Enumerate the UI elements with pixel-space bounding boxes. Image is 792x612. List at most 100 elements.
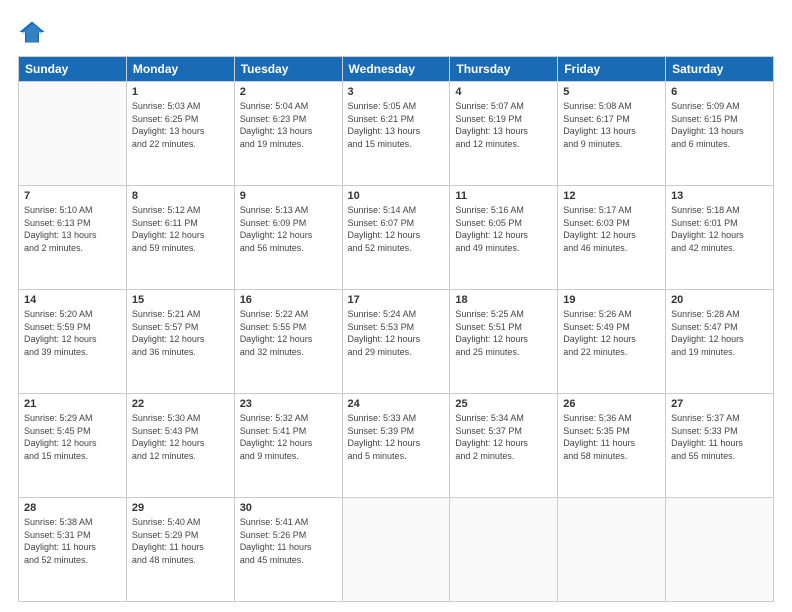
day-info-line: Daylight: 13 hours <box>455 126 528 136</box>
day-info-line: Daylight: 12 hours <box>671 230 744 240</box>
day-cell: 8Sunrise: 5:12 AMSunset: 6:11 PMDaylight… <box>126 186 234 290</box>
day-cell: 28 Sunrise: 5:38 AM Sunset: 5:31 PM Dayligh… <box>19 498 127 602</box>
day-info-line: Sunset: 6:13 PM <box>24 218 91 228</box>
day-number: 23 <box>240 398 337 410</box>
day-info-line: Sunrise: 5:28 AM <box>671 309 740 319</box>
day-info-line: Sunrise: 5:09 AM <box>671 101 740 111</box>
day-info-line: and 52 minutes. <box>24 555 88 565</box>
day-info-line: Sunrise: 5:29 AM <box>24 413 93 423</box>
day-cell: 10Sunrise: 5:14 AMSunset: 6:07 PMDayligh… <box>342 186 450 290</box>
day-info-line: Sunset: 6:03 PM <box>563 218 630 228</box>
day-info: Sunrise: 5:05 AMSunset: 6:21 PMDaylight:… <box>348 100 445 150</box>
day-info-line: and 22 minutes. <box>563 347 627 357</box>
day-info-line: and 22 minutes. <box>132 139 196 149</box>
day-info-line: Sunrise: 5:05 AM <box>348 101 417 111</box>
day-info: Sunrise: 5:13 AMSunset: 6:09 PMDaylight:… <box>240 204 337 254</box>
day-info-line: and 15 minutes. <box>348 139 412 149</box>
day-info-line: Daylight: 11 hours <box>240 542 312 552</box>
day-info-line: Sunrise: 5:07 AM <box>455 101 524 111</box>
day-info: Sunrise: 5:04 AMSunset: 6:23 PMDaylight:… <box>240 100 337 150</box>
day-info-line: Sunrise: 5:38 AM <box>24 517 93 527</box>
day-number: 16 <box>240 294 337 306</box>
day-info-line: and 2 minutes. <box>24 243 83 253</box>
day-info-line: Sunrise: 5:40 AM <box>132 517 201 527</box>
day-info: Sunrise: 5:20 AMSunset: 5:59 PMDaylight:… <box>24 308 121 358</box>
day-info-line: Daylight: 11 hours <box>24 542 96 552</box>
day-info-line: Sunrise: 5:22 AM <box>240 309 309 319</box>
day-info-line: Daylight: 11 hours <box>671 438 743 448</box>
day-cell: 27Sunrise: 5:37 AMSunset: 5:33 PMDayligh… <box>666 394 774 498</box>
day-info-line: Sunset: 6:11 PM <box>132 218 198 228</box>
day-cell: 18Sunrise: 5:25 AMSunset: 5:51 PMDayligh… <box>450 290 558 394</box>
day-number: 10 <box>348 190 445 202</box>
day-info-line: and 29 minutes. <box>348 347 412 357</box>
day-info: Sunrise: 5:22 AMSunset: 5:55 PMDaylight:… <box>240 308 337 358</box>
header-thursday: Thursday <box>450 57 558 82</box>
day-info-line: Daylight: 12 hours <box>24 438 97 448</box>
day-cell: 22Sunrise: 5:30 AMSunset: 5:43 PMDayligh… <box>126 394 234 498</box>
day-info-line: Sunrise: 5:24 AM <box>348 309 417 319</box>
day-info-line: and 2 minutes. <box>455 451 514 461</box>
day-info-line: Daylight: 12 hours <box>563 230 636 240</box>
day-number: 28 <box>24 502 121 514</box>
day-info: Sunrise: 5:28 AMSunset: 5:47 PMDaylight:… <box>671 308 768 358</box>
header-sunday: Sunday <box>19 57 127 82</box>
day-number: 7 <box>24 190 121 202</box>
day-info-line: and 56 minutes. <box>240 243 304 253</box>
day-number: 4 <box>455 86 552 98</box>
day-info-line: Sunrise: 5:37 AM <box>671 413 740 423</box>
day-cell: 1Sunrise: 5:03 AMSunset: 6:25 PMDaylight… <box>126 82 234 186</box>
day-cell: 3Sunrise: 5:05 AMSunset: 6:21 PMDaylight… <box>342 82 450 186</box>
day-cell: 24Sunrise: 5:33 AMSunset: 5:39 PMDayligh… <box>342 394 450 498</box>
day-number: 5 <box>563 86 660 98</box>
day-info: Sunrise: 5:37 AMSunset: 5:33 PMDaylight:… <box>671 412 768 462</box>
day-info: Sunrise: 5:03 AMSunset: 6:25 PMDaylight:… <box>132 100 229 150</box>
day-cell: 21Sunrise: 5:29 AMSunset: 5:45 PMDayligh… <box>19 394 127 498</box>
day-number: 19 <box>563 294 660 306</box>
calendar-header-row: SundayMondayTuesdayWednesdayThursdayFrid… <box>19 57 774 82</box>
week-row-2: 14 Sunrise: 5:20 AMSunset: 5:59 PMDayligh… <box>19 290 774 394</box>
week-row-3: 21Sunrise: 5:29 AMSunset: 5:45 PMDayligh… <box>19 394 774 498</box>
day-info: Sunrise: 5:32 AMSunset: 5:41 PMDaylight:… <box>240 412 337 462</box>
day-info-line: Daylight: 12 hours <box>455 334 528 344</box>
day-info-line: Sunset: 6:07 PM <box>348 218 415 228</box>
day-number: 17 <box>348 294 445 306</box>
header <box>18 18 774 46</box>
day-info-line: Daylight: 11 hours <box>132 542 204 552</box>
day-info-line: Sunrise: 5:03 AM <box>132 101 201 111</box>
day-info-line: Sunset: 5:31 PM <box>24 530 91 540</box>
day-info-line: and 45 minutes. <box>240 555 304 565</box>
day-info-line: Daylight: 13 hours <box>132 126 205 136</box>
day-cell: 2 Sunrise: 5:04 AMSunset: 6:23 PMDaylight… <box>234 82 342 186</box>
day-info-line: and 15 minutes. <box>24 451 88 461</box>
day-cell: 5Sunrise: 5:08 AMSunset: 6:17 PMDaylight… <box>558 82 666 186</box>
header-tuesday: Tuesday <box>234 57 342 82</box>
day-info-line: Sunset: 5:55 PM <box>240 322 307 332</box>
day-info-line: and 55 minutes. <box>671 451 735 461</box>
day-info: Sunrise: 5:30 AMSunset: 5:43 PMDaylight:… <box>132 412 229 462</box>
day-number: 2 <box>240 86 337 98</box>
day-info-line: Sunset: 6:05 PM <box>455 218 522 228</box>
day-cell <box>666 498 774 602</box>
day-info-line: Sunrise: 5:41 AM <box>240 517 309 527</box>
day-info-line: and 12 minutes. <box>132 451 196 461</box>
logo-icon <box>18 18 46 46</box>
day-info-line: Daylight: 13 hours <box>348 126 421 136</box>
day-info: Sunrise: 5:41 AMSunset: 5:26 PMDaylight:… <box>240 516 337 566</box>
day-cell: 14 Sunrise: 5:20 AMSunset: 5:59 PMDayligh… <box>19 290 127 394</box>
day-number: 24 <box>348 398 445 410</box>
day-info-line: Sunset: 5:35 PM <box>563 426 630 436</box>
day-info-line: Sunrise: 5:16 AM <box>455 205 524 215</box>
day-info-line: and 59 minutes. <box>132 243 196 253</box>
header-friday: Friday <box>558 57 666 82</box>
week-row-4: 28 Sunrise: 5:38 AM Sunset: 5:31 PM Dayligh… <box>19 498 774 602</box>
day-number: 9 <box>240 190 337 202</box>
day-info-line: Daylight: 12 hours <box>24 334 97 344</box>
day-info: Sunrise: 5:12 AMSunset: 6:11 PMDaylight:… <box>132 204 229 254</box>
day-info-line: Sunset: 5:57 PM <box>132 322 199 332</box>
day-info-line: Sunrise: 5:17 AM <box>563 205 632 215</box>
day-info-line: Daylight: 12 hours <box>348 438 421 448</box>
day-cell <box>19 82 127 186</box>
day-cell: 12Sunrise: 5:17 AMSunset: 6:03 PMDayligh… <box>558 186 666 290</box>
day-number: 14 <box>24 294 121 306</box>
